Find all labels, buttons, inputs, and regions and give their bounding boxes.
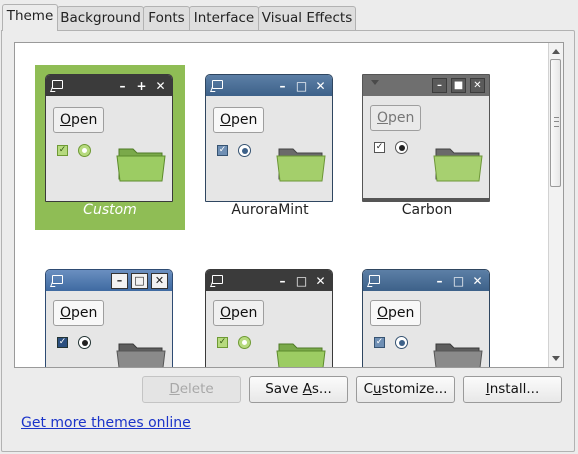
preview-checkbox: ✓ <box>217 337 228 348</box>
window-icon <box>212 275 223 284</box>
preview-open-button: Open <box>370 105 422 131</box>
customize-button[interactable]: Customize... <box>356 376 455 403</box>
preview-titlebar: – ■ ✕ <box>363 75 489 96</box>
theme-preview: – □ ✕ Open ✓ <box>362 269 490 367</box>
minimize-icon: – <box>436 273 443 288</box>
green-folder-icon <box>276 148 326 182</box>
theme-list[interactable]: – + ✕ Open ✓ Custom – □ ✕ Open ✓ AuroraM… <box>14 42 564 368</box>
preview-checkbox: ✓ <box>374 337 385 348</box>
window-icon <box>52 275 63 284</box>
preview-open-button: Open <box>53 107 105 133</box>
preview-radio <box>238 144 251 157</box>
save-as-button[interactable]: Save As... <box>249 376 348 403</box>
tab-fonts[interactable]: Fonts <box>143 6 190 30</box>
preview-titlebar: – □ ✕ <box>46 270 172 291</box>
preview-checkbox: ✓ <box>217 145 228 156</box>
theme-name: AuroraMint <box>231 202 309 218</box>
get-more-themes-link[interactable]: Get more themes online <box>21 415 191 431</box>
preview-open-button: Open <box>370 300 422 326</box>
preview-checkbox: ✓ <box>57 337 68 348</box>
button-label-post: elete <box>179 381 214 397</box>
theme-list-scrollbar[interactable] <box>548 43 563 367</box>
close-icon: ✕ <box>470 78 485 93</box>
preview-checkbox: ✓ <box>57 145 68 156</box>
minimize-icon: – <box>111 272 128 289</box>
maximize-icon: □ <box>295 273 308 288</box>
preview-checkbox: ✓ <box>374 142 385 153</box>
preview-open-button: Open <box>213 107 265 133</box>
close-icon: ✕ <box>151 272 168 289</box>
scroll-up-arrow-icon[interactable] <box>552 49 560 54</box>
maximize-icon: + <box>136 78 147 93</box>
preview-titlebar: – □ ✕ <box>206 75 332 96</box>
theme-name: Custom <box>83 202 137 218</box>
preview-radio <box>395 141 408 154</box>
green-folder-icon <box>433 148 483 182</box>
preview-titlebar: – □ ✕ <box>206 270 332 291</box>
tab-visual-effects[interactable]: Visual Effects <box>258 6 356 30</box>
maximize-icon: □ <box>131 272 148 289</box>
scroll-down-arrow-icon[interactable] <box>552 356 560 361</box>
close-icon: ✕ <box>155 78 166 93</box>
menu-arrow-icon <box>371 80 379 85</box>
maximize-icon: □ <box>452 273 465 288</box>
button-label-post: stomize... <box>381 381 448 397</box>
theme-item-5[interactable]: – □ ✕ Open ✓ <box>195 265 345 367</box>
theme-item-carbon[interactable]: – ■ ✕ Open ✓ Carbon <box>352 65 502 230</box>
theme-item-auroramint[interactable]: – □ ✕ Open ✓ AuroraMint <box>195 65 345 230</box>
preview-radio <box>78 336 91 349</box>
delete-button[interactable]: Delete <box>142 376 241 403</box>
theme-item-6[interactable]: – □ ✕ Open ✓ <box>352 265 502 367</box>
theme-preview: – □ ✕ Open ✓ <box>45 269 173 367</box>
minimize-icon: – <box>279 273 286 288</box>
button-mnemonic: D <box>169 381 180 397</box>
preview-radio <box>238 336 251 349</box>
preview-titlebar: – □ ✕ <box>363 270 489 291</box>
green-folder-icon <box>116 148 166 182</box>
preview-radio <box>78 144 91 157</box>
preview-radio <box>395 336 408 349</box>
theme-preview: – + ✕ Open ✓ <box>45 74 173 202</box>
window-icon <box>212 80 223 89</box>
button-label-post: s... <box>311 381 332 397</box>
theme-item-custom[interactable]: – + ✕ Open ✓ Custom <box>35 65 185 230</box>
maximize-icon: ■ <box>451 78 466 93</box>
minimize-icon: – <box>279 78 286 93</box>
button-label-pre: Save <box>265 381 303 397</box>
theme-name: Carbon <box>401 202 453 218</box>
install-button[interactable]: Install... <box>463 376 562 403</box>
preview-open-button: Open <box>213 300 265 326</box>
minimize-icon: – <box>119 78 126 93</box>
theme-preview: – ■ ✕ Open ✓ <box>362 74 490 202</box>
preview-titlebar: – + ✕ <box>46 75 172 96</box>
preview-open-button: Open <box>53 300 105 326</box>
theme-preview: – □ ✕ Open ✓ <box>205 269 333 367</box>
close-icon: ✕ <box>315 78 326 93</box>
grip-icon <box>554 117 559 127</box>
maximize-icon: □ <box>295 78 308 93</box>
button-mnemonic: A <box>302 381 312 397</box>
scrollbar-thumb[interactable] <box>550 59 561 187</box>
theme-item-4[interactable]: – □ ✕ Open ✓ <box>35 265 185 367</box>
button-label-post: nstall... <box>489 381 540 397</box>
tab-background[interactable]: Background <box>57 6 144 30</box>
close-icon: ✕ <box>315 273 326 288</box>
window-icon <box>369 275 380 284</box>
window-icon <box>52 80 63 89</box>
gray-folder-icon <box>116 343 166 367</box>
tab-theme[interactable]: Theme <box>2 4 58 31</box>
button-mnemonic: u <box>373 381 382 397</box>
minimize-icon: – <box>432 78 447 93</box>
theme-preview: – □ ✕ Open ✓ <box>205 74 333 202</box>
gray-folder-icon <box>433 343 483 367</box>
button-label-pre: C <box>363 381 374 397</box>
green-folder-icon <box>276 343 326 367</box>
close-icon: ✕ <box>472 273 483 288</box>
tab-interface[interactable]: Interface <box>189 6 259 30</box>
